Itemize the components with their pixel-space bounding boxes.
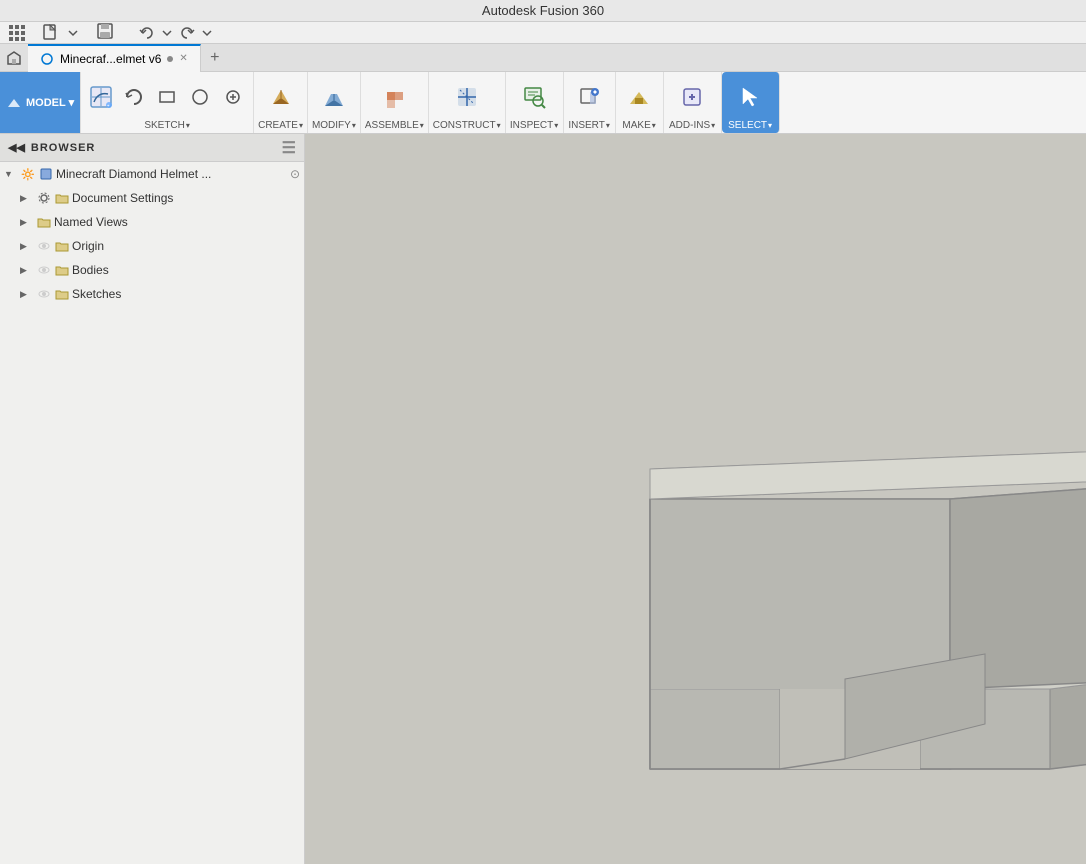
3d-model [305,134,1086,864]
tree-item-document-settings[interactable]: ▶ Document Settings [0,186,304,210]
file-icon [42,24,60,42]
sketch-tool-button[interactable]: + [85,81,117,113]
assemble-group-label: ASSEMBLE ▾ [365,120,424,131]
expand-docsettings-icon: ▶ [20,193,34,204]
tab-label: Minecraf...elmet v6 [60,52,161,66]
sketch-circle-button[interactable] [184,81,216,113]
tab-close-button[interactable]: ✕ [179,53,187,64]
make-group-label: MAKE ▾ [622,120,655,131]
construct-tool-button[interactable] [451,81,483,113]
bodies-folder-icon [54,262,70,278]
construct-group: CONSTRUCT ▾ [429,72,506,133]
tab-doc-icon [40,52,54,66]
model-icon [6,95,22,111]
file-menu-icons[interactable] [42,24,80,42]
root-component-icon [38,166,54,182]
dropdown-arrow-icon [66,26,80,40]
tree-item-named-views[interactable]: ▶ Named Views [0,210,304,234]
sketch-group: + [81,72,254,133]
modify-group: MODIFY ▾ [308,72,361,133]
menu-bar [0,22,1086,44]
modify-tool-button[interactable] [318,81,350,113]
expand-root-icon: ▼ [4,169,18,179]
select-tool-button[interactable] [734,81,766,113]
namedviews-folder-icon [36,214,52,230]
inspect-group-label: INSPECT ▾ [510,120,558,131]
title-bar: Autodesk Fusion 360 [0,0,1086,22]
sketches-eye-icon [36,286,52,302]
tab-home-icon[interactable] [0,44,28,72]
construct-group-label: CONSTRUCT ▾ [433,120,501,131]
tab-unsaved-dot [167,56,173,62]
expand-bodies-icon: ▶ [20,265,34,276]
app-title: Autodesk Fusion 360 [482,3,604,18]
sketch-rect-button[interactable] [151,81,183,113]
undo-dropdown-icon [160,26,174,40]
undo-icon [138,24,156,42]
toolbar: MODEL ▾ + [0,72,1086,134]
sketch-add-button[interactable] [217,81,249,113]
tree-item-origin[interactable]: ▶ Origin [0,234,304,258]
docsettings-folder-icon [54,190,70,206]
save-icon-btn[interactable] [96,22,114,43]
model-mode-button[interactable]: MODEL ▾ [0,72,81,133]
docsettings-label: Document Settings [72,191,300,205]
app-menu-icons[interactable] [8,24,26,42]
select-group-label: SELECT ▾ [728,120,772,131]
browser-action-icon[interactable]: ☰ [282,138,296,158]
inspect-tool-button[interactable] [518,81,550,113]
expand-sketches-icon: ▶ [20,289,34,300]
insert-tool-button[interactable] [573,81,605,113]
browser-collapse-icon[interactable]: ◀◀ [8,141,25,154]
make-tool-button[interactable] [623,81,655,113]
origin-eye-icon [36,238,52,254]
redo-dropdown-icon [200,26,214,40]
model-label: MODEL ▾ [26,96,74,109]
bodies-eye-icon [36,262,52,278]
browser-label: BROWSER [31,142,95,154]
select-group: SELECT ▾ [722,72,780,133]
tree-item-bodies[interactable]: ▶ Bodies [0,258,304,282]
sketch-undo-button[interactable] [118,81,150,113]
assemble-group: ASSEMBLE ▾ [361,72,429,133]
active-tab[interactable]: Minecraf...elmet v6 ✕ [28,44,201,72]
assemble-tool-button[interactable] [378,81,410,113]
grid-icon [8,24,26,42]
tab-bar: Minecraf...elmet v6 ✕ + [0,44,1086,72]
root-visibility-icon: 🔆 [20,166,36,182]
create-tool-button[interactable] [265,81,297,113]
browser-header: ◀◀ BROWSER ☰ [0,134,304,162]
main-area: ◀◀ BROWSER ☰ ▼ 🔆 Minecraft Diamond Helme… [0,134,1086,864]
sketches-folder-icon [54,286,70,302]
create-group-label: CREATE ▾ [258,120,303,131]
namedviews-label: Named Views [54,215,300,229]
sketches-label: Sketches [72,287,300,301]
sketch-group-label: SKETCH ▾ [144,120,190,131]
addins-tool-button[interactable] [676,81,708,113]
root-label: Minecraft Diamond Helmet ... [56,167,288,181]
expand-origin-icon: ▶ [20,241,34,252]
new-tab-button[interactable]: + [201,44,229,72]
settings-icon [36,190,52,206]
addins-group: ADD-INS ▾ [664,72,722,133]
make-group: MAKE ▾ [616,72,664,133]
sidebar: ◀◀ BROWSER ☰ ▼ 🔆 Minecraft Diamond Helme… [0,134,305,864]
undo-redo-group[interactable] [138,24,214,42]
tree-item-root[interactable]: ▼ 🔆 Minecraft Diamond Helmet ... ⊙ [0,162,304,186]
viewport[interactable] [305,134,1086,864]
origin-label: Origin [72,239,300,253]
tree-item-sketches[interactable]: ▶ Sketches [0,282,304,306]
bodies-label: Bodies [72,263,300,277]
insert-group-label: INSERT ▾ [568,120,610,131]
root-options-icon[interactable]: ⊙ [290,167,300,181]
create-group: CREATE ▾ [254,72,308,133]
inspect-group: INSPECT ▾ [506,72,564,133]
addins-group-label: ADD-INS ▾ [669,120,715,131]
insert-group: INSERT ▾ [564,72,616,133]
origin-folder-icon [54,238,70,254]
modify-group-label: MODIFY ▾ [312,120,356,131]
redo-icon [178,24,196,42]
expand-namedviews-icon: ▶ [20,217,34,228]
